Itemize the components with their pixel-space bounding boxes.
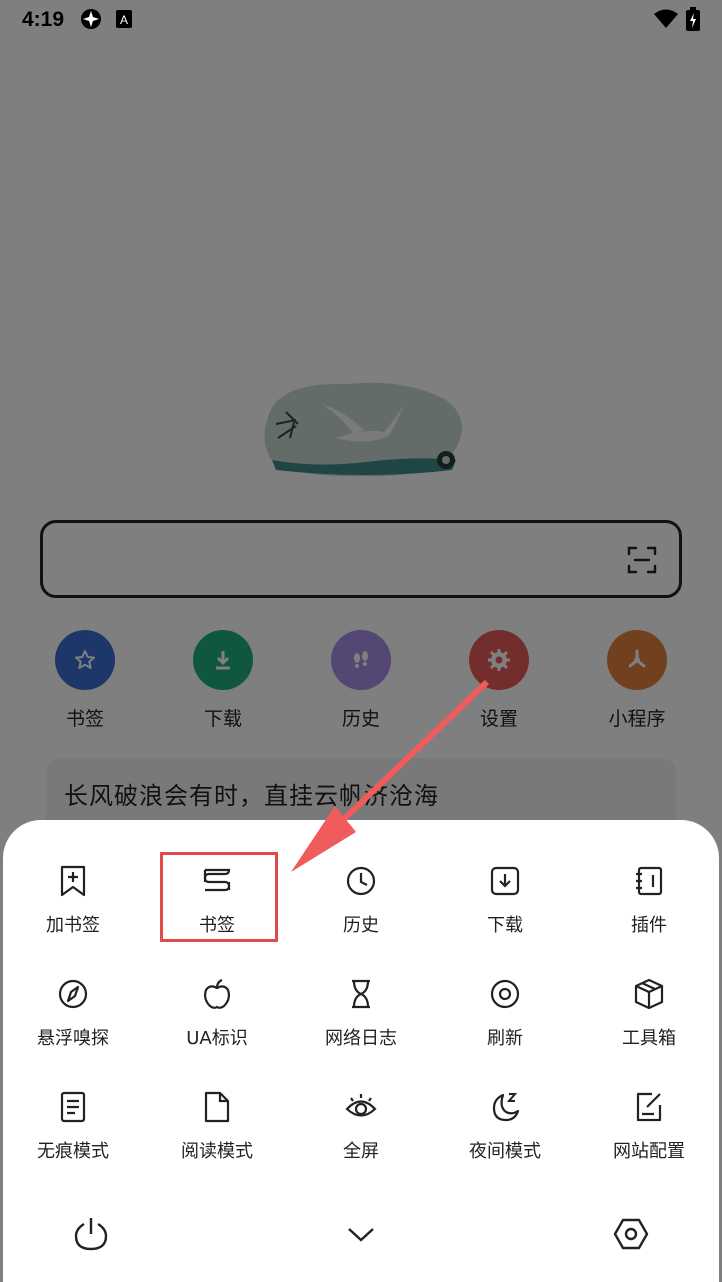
- menu-label: 网络日志: [325, 1028, 397, 1049]
- menu-label: 网站配置: [613, 1141, 685, 1162]
- reader-page-icon: [204, 1091, 230, 1123]
- menu-floating-sniffer[interactable]: 悬浮嗅探: [3, 977, 143, 1077]
- menu-night-mode[interactable]: 夜间模式: [435, 1090, 575, 1190]
- menu-label: 刷新: [487, 1028, 523, 1049]
- menu-plugins[interactable]: 插件: [579, 864, 719, 964]
- menu-label: 插件: [631, 915, 667, 936]
- menu-toolbox[interactable]: 工具箱: [579, 977, 719, 1077]
- menu-label: 全屏: [343, 1141, 379, 1162]
- plugin-icon: [636, 866, 663, 896]
- menu-downloads[interactable]: 下载: [435, 864, 575, 964]
- power-icon[interactable]: [71, 1214, 111, 1254]
- apple-icon: [204, 978, 230, 1009]
- menu-label: 阅读模式: [181, 1141, 253, 1162]
- font-app-icon: A: [116, 10, 132, 28]
- chevron-down-icon[interactable]: [341, 1214, 381, 1254]
- menu-network-log[interactable]: 网络日志: [291, 977, 431, 1077]
- wifi-icon: [654, 9, 678, 28]
- menu-label: 无痕模式: [37, 1141, 109, 1162]
- menu-add-bookmark[interactable]: 加书签: [3, 864, 143, 964]
- refresh-ring-icon: [490, 979, 520, 1009]
- clock-app-icon: [81, 9, 101, 29]
- menu-fullscreen[interactable]: 全屏: [291, 1090, 431, 1190]
- menu-site-config[interactable]: 网站配置: [579, 1090, 719, 1190]
- history-clock-icon: [346, 866, 376, 896]
- menu-label: UA标识: [186, 1028, 248, 1049]
- site-config-icon: [636, 1092, 662, 1122]
- battery-charging-icon: [686, 7, 700, 31]
- svg-text:A: A: [120, 13, 128, 27]
- browser-menu-sheet: 加书签 书签 历史 下载 插件 悬浮嗅探 UA标识 网络日志 刷新 工具箱 无痕…: [3, 820, 719, 1282]
- menu-label: 历史: [343, 915, 379, 936]
- menu-label: 加书签: [46, 915, 100, 936]
- compass-icon: [58, 979, 88, 1009]
- menu-reader-mode[interactable]: 阅读模式: [147, 1090, 287, 1190]
- eye-icon: [345, 1094, 377, 1117]
- hourglass-icon: [352, 979, 370, 1009]
- moon-icon: [492, 1093, 520, 1122]
- download-box-icon: [490, 866, 520, 896]
- browser-screen: 4:19 A 加书签 书签 历史 下载 插件 悬浮嗅探 UA标识 网络日志 刷新…: [0, 0, 722, 1282]
- add-bookmark-icon: [60, 865, 86, 897]
- highlight-box: [160, 852, 278, 942]
- menu-label: 夜间模式: [469, 1141, 541, 1162]
- menu-label: 悬浮嗅探: [37, 1028, 109, 1049]
- incognito-doc-icon: [60, 1091, 86, 1123]
- menu-label: 工具箱: [622, 1028, 676, 1049]
- menu-refresh[interactable]: 刷新: [435, 977, 575, 1077]
- menu-label: 下载: [487, 915, 523, 936]
- status-bar: 4:19 A: [0, 0, 722, 40]
- toolbox-icon: [634, 978, 664, 1010]
- menu-incognito-mode[interactable]: 无痕模式: [3, 1090, 143, 1190]
- menu-ua-identifier[interactable]: UA标识: [147, 977, 287, 1077]
- menu-history[interactable]: 历史: [291, 864, 431, 964]
- hexagon-settings-icon[interactable]: [611, 1214, 651, 1254]
- status-time: 4:19: [22, 8, 65, 31]
